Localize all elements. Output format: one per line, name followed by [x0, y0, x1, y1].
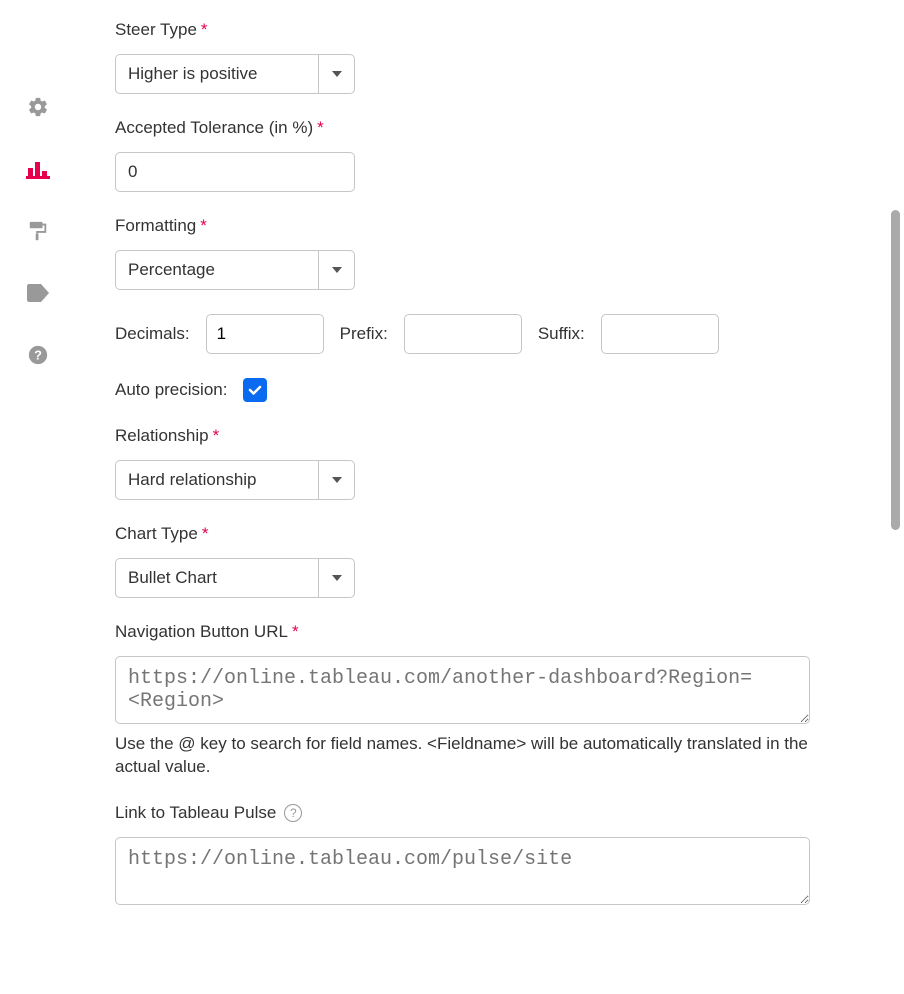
formatting-value: Percentage	[116, 251, 318, 289]
svg-text:?: ?	[34, 348, 42, 363]
sidebar: ?	[0, 0, 75, 994]
field-pulse-link: Link to Tableau Pulse ?	[115, 803, 874, 910]
field-relationship: Relationship* Hard relationship	[115, 426, 874, 500]
relationship-label: Relationship*	[115, 426, 874, 446]
prefix-label: Prefix:	[340, 324, 388, 344]
relationship-select[interactable]: Hard relationship	[115, 460, 355, 500]
decimals-label: Decimals:	[115, 324, 190, 344]
chart-bar-icon[interactable]	[26, 157, 50, 181]
chart-type-label: Chart Type*	[115, 524, 874, 544]
pulse-link-input[interactable]	[115, 837, 810, 905]
field-steer-type: Steer Type* Higher is positive	[115, 20, 874, 94]
chevron-down-icon	[318, 559, 354, 597]
tag-icon[interactable]	[26, 281, 50, 305]
field-chart-type: Chart Type* Bullet Chart	[115, 524, 874, 598]
prefix-input[interactable]	[404, 314, 522, 354]
auto-precision-checkbox[interactable]	[243, 378, 267, 402]
field-auto-precision: Auto precision:	[115, 378, 874, 402]
nav-url-help: Use the @ key to search for field names.…	[115, 733, 810, 779]
check-icon	[247, 382, 263, 398]
paint-roller-icon[interactable]	[26, 219, 50, 243]
gear-icon[interactable]	[26, 95, 50, 119]
accepted-tolerance-label: Accepted Tolerance (in %)*	[115, 118, 874, 138]
field-number-format-row: Decimals: Prefix: Suffix:	[115, 314, 874, 354]
formatting-select[interactable]: Percentage	[115, 250, 355, 290]
relationship-value: Hard relationship	[116, 461, 318, 499]
chevron-down-icon	[318, 251, 354, 289]
accepted-tolerance-input[interactable]	[115, 152, 355, 192]
help-icon[interactable]: ?	[26, 343, 50, 367]
chevron-down-icon	[318, 461, 354, 499]
field-nav-url: Navigation Button URL* Use the @ key to …	[115, 622, 874, 779]
formatting-label: Formatting*	[115, 216, 874, 236]
steer-type-value: Higher is positive	[116, 55, 318, 93]
chart-type-value: Bullet Chart	[116, 559, 318, 597]
steer-type-label: Steer Type*	[115, 20, 874, 40]
app-root: ? Steer Type* Higher is positive Accepte…	[0, 0, 904, 994]
field-accepted-tolerance: Accepted Tolerance (in %)*	[115, 118, 874, 192]
scrollbar-thumb[interactable]	[891, 210, 900, 530]
chevron-down-icon	[318, 55, 354, 93]
suffix-input[interactable]	[601, 314, 719, 354]
pulse-link-label: Link to Tableau Pulse ?	[115, 803, 874, 823]
auto-precision-label: Auto precision:	[115, 380, 227, 400]
nav-url-label: Navigation Button URL*	[115, 622, 874, 642]
question-icon[interactable]: ?	[284, 804, 302, 822]
nav-url-input[interactable]	[115, 656, 810, 724]
decimals-input[interactable]	[206, 314, 324, 354]
suffix-label: Suffix:	[538, 324, 585, 344]
chart-type-select[interactable]: Bullet Chart	[115, 558, 355, 598]
steer-type-select[interactable]: Higher is positive	[115, 54, 355, 94]
field-formatting: Formatting* Percentage	[115, 216, 874, 290]
form-panel: Steer Type* Higher is positive Accepted …	[75, 0, 904, 994]
